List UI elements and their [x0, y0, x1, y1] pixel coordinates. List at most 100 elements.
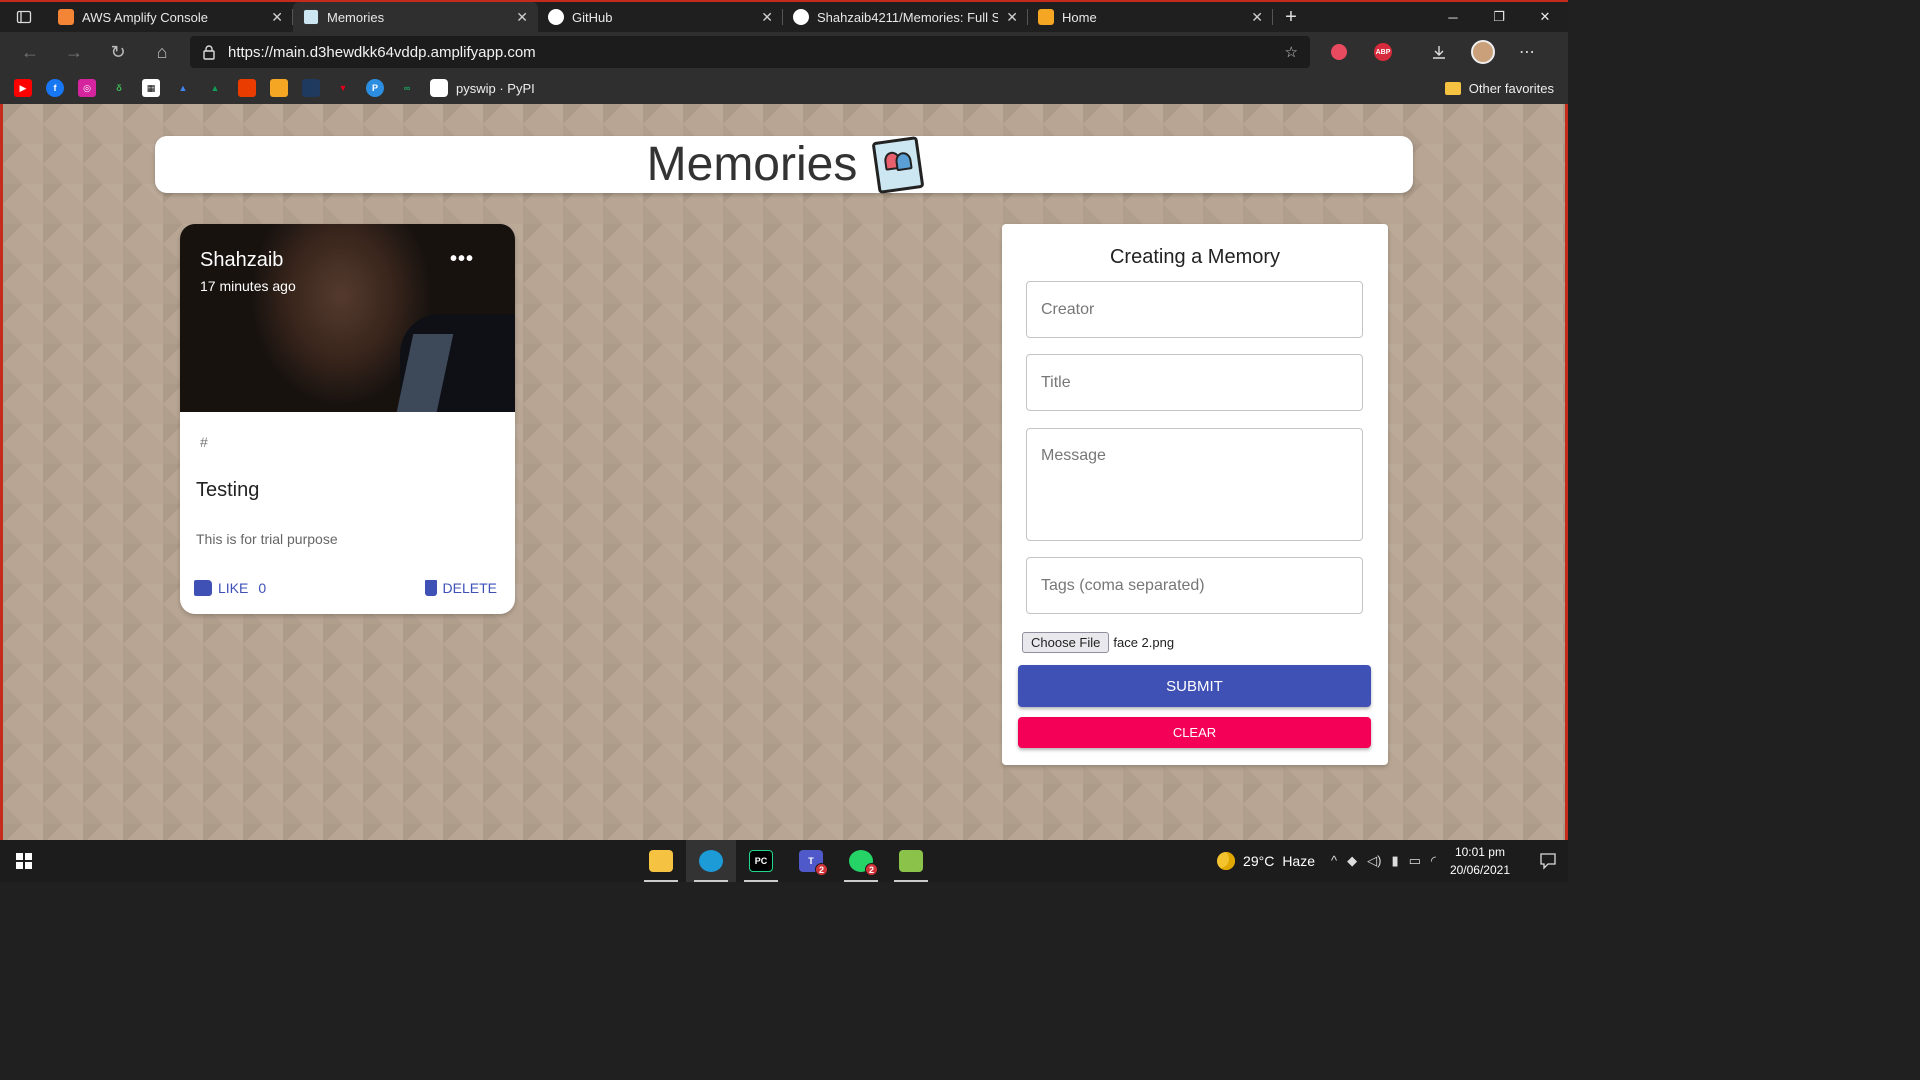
- tray-icons: ^ ◆ ◁) ▮ ▭ ◜: [1331, 853, 1436, 869]
- weather-desc: Haze: [1282, 853, 1315, 869]
- trash-icon: [424, 580, 437, 596]
- taskbar-teams[interactable]: T2: [786, 840, 836, 882]
- page-title: Memories: [646, 138, 858, 191]
- submit-button[interactable]: SUBMIT: [1018, 665, 1371, 707]
- pycharm-icon: PC: [749, 850, 773, 872]
- whatsapp-icon: 2: [849, 850, 878, 876]
- chevron-up-icon[interactable]: ^: [1331, 853, 1337, 869]
- bookmark-icon[interactable]: P: [366, 79, 384, 97]
- google-drive-icon[interactable]: ▲: [206, 79, 224, 97]
- settings-menu-button[interactable]: ⋯: [1512, 37, 1542, 67]
- close-icon[interactable]: ✕: [1006, 9, 1018, 26]
- taskbar-pycharm[interactable]: PC: [736, 840, 786, 882]
- tab-memories[interactable]: Memories ✕: [293, 2, 538, 32]
- adblock-button[interactable]: ABP: [1368, 37, 1398, 67]
- bookmarks-bar: ▶ f ◎ δ ▦ ▲ ▲ ▼ P ∞ pyswip · PyPI Other …: [0, 72, 1568, 104]
- image-app-icon: [899, 850, 923, 872]
- creator-input[interactable]: Creator: [1026, 281, 1363, 338]
- tab-actions-button[interactable]: [0, 2, 48, 32]
- clock-date: 20/06/2021: [1449, 863, 1510, 877]
- taskbar-app[interactable]: [886, 840, 936, 882]
- forward-button[interactable]: →: [52, 36, 96, 68]
- close-icon[interactable]: ✕: [271, 9, 283, 26]
- browser-titlebar: AWS Amplify Console ✕ Memories ✕ GitHub …: [0, 0, 1568, 32]
- instagram-icon[interactable]: ◎: [78, 79, 96, 97]
- add-favorite-icon[interactable]: ☆: [1285, 43, 1298, 61]
- delete-button[interactable]: DELETE: [424, 580, 497, 596]
- microphone-icon[interactable]: ▮: [1391, 853, 1398, 869]
- tab-title: Home: [1062, 9, 1097, 25]
- notification-center-button[interactable]: [1528, 852, 1568, 870]
- taskbar: PC T2 2 29°C Haze ^ ◆ ◁) ▮ ▭ ◜ 10:01 pm …: [0, 840, 1568, 882]
- restore-button[interactable]: ❐: [1476, 2, 1522, 32]
- browser-navbar: ← → ↻ ⌂ https://main.d3hewdkk64vddp.ampl…: [0, 32, 1568, 72]
- home-button[interactable]: ⌂: [140, 36, 184, 68]
- windows-icon: [16, 853, 32, 869]
- tab-home[interactable]: Home ✕: [1028, 2, 1273, 32]
- bookmark-icon[interactable]: ∞: [398, 79, 416, 97]
- weather-widget[interactable]: 29°C Haze: [1217, 852, 1315, 870]
- address-bar[interactable]: https://main.d3hewdkk64vddp.amplifyapp.c…: [190, 36, 1310, 68]
- clear-button[interactable]: CLEAR: [1018, 717, 1371, 748]
- message-placeholder: Message: [1041, 447, 1106, 464]
- minimize-button[interactable]: ─: [1430, 2, 1476, 32]
- bookmark-icon[interactable]: [302, 79, 320, 97]
- tab-aws-amplify[interactable]: AWS Amplify Console ✕: [48, 2, 293, 32]
- close-window-button[interactable]: ✕: [1522, 2, 1568, 32]
- taskbar-apps: PC T2 2: [636, 840, 936, 882]
- downloads-button[interactable]: [1424, 37, 1454, 67]
- refresh-button[interactable]: ↻: [96, 36, 140, 68]
- title-input[interactable]: Title: [1026, 354, 1363, 411]
- bookmark-icon[interactable]: ▦: [142, 79, 160, 97]
- bookmark-icon[interactable]: ▲: [174, 79, 192, 97]
- tab-actions-icon: [16, 10, 32, 24]
- choose-file-button[interactable]: Choose File: [1022, 632, 1110, 653]
- new-tab-button[interactable]: +: [1273, 6, 1309, 29]
- post-tags: #: [200, 434, 208, 450]
- taskbar-whatsapp[interactable]: 2: [836, 840, 886, 882]
- memories-icon: [303, 9, 319, 25]
- taskbar-edge[interactable]: [686, 840, 736, 882]
- bookmark-icon[interactable]: ▼: [334, 79, 352, 97]
- lock-icon: [203, 45, 215, 60]
- extension-button[interactable]: [1324, 37, 1354, 67]
- tags-input[interactable]: Tags (coma separated): [1026, 557, 1363, 614]
- tab-github-repo[interactable]: Shahzaib4211/Memories: Full St ✕: [783, 2, 1028, 32]
- close-icon[interactable]: ✕: [761, 9, 773, 26]
- memory-form: Creating a Memory Creator Title Message …: [1002, 224, 1388, 765]
- post-message: This is for trial purpose: [196, 531, 338, 547]
- start-button[interactable]: [0, 840, 48, 882]
- clock[interactable]: 10:01 pm 20/06/2021: [1450, 843, 1510, 879]
- moon-icon: [1217, 852, 1236, 870]
- tags-placeholder: Tags (coma separated): [1041, 576, 1205, 594]
- profile-button[interactable]: [1468, 37, 1498, 67]
- more-options-icon[interactable]: •••: [450, 248, 474, 271]
- wifi-icon[interactable]: ◜: [1431, 853, 1436, 869]
- title-placeholder: Title: [1041, 373, 1071, 391]
- other-favorites[interactable]: Other favorites: [1444, 80, 1554, 96]
- weather-temp: 29°C: [1243, 853, 1275, 869]
- github-icon: [548, 9, 564, 25]
- amplify-icon: [58, 9, 74, 25]
- like-button[interactable]: LIKE 0: [194, 580, 266, 596]
- bookmark-label: pyswip · PyPI: [456, 80, 535, 96]
- other-favorites-label: Other favorites: [1468, 80, 1554, 96]
- message-input[interactable]: Message: [1026, 428, 1363, 541]
- taskbar-file-explorer[interactable]: [636, 840, 686, 882]
- bookmark-icon[interactable]: δ: [110, 79, 128, 97]
- close-icon[interactable]: ✕: [516, 9, 528, 26]
- teams-tray-icon[interactable]: ◆: [1347, 853, 1357, 869]
- back-button[interactable]: ←: [8, 36, 52, 68]
- youtube-icon[interactable]: ▶: [14, 79, 32, 97]
- volume-icon[interactable]: ◁): [1367, 853, 1381, 869]
- form-heading: Creating a Memory: [1109, 246, 1281, 268]
- teams-icon: T2: [799, 850, 828, 876]
- tab-github[interactable]: GitHub ✕: [538, 2, 783, 32]
- adblock-icon: ABP: [1374, 43, 1392, 61]
- close-icon[interactable]: ✕: [1251, 9, 1263, 26]
- bookmark-icon[interactable]: [270, 79, 288, 97]
- bookmark-pyswip[interactable]: pyswip · PyPI: [430, 79, 535, 97]
- office-icon[interactable]: [238, 79, 256, 97]
- facebook-icon[interactable]: f: [46, 79, 64, 97]
- battery-icon[interactable]: ▭: [1409, 853, 1421, 869]
